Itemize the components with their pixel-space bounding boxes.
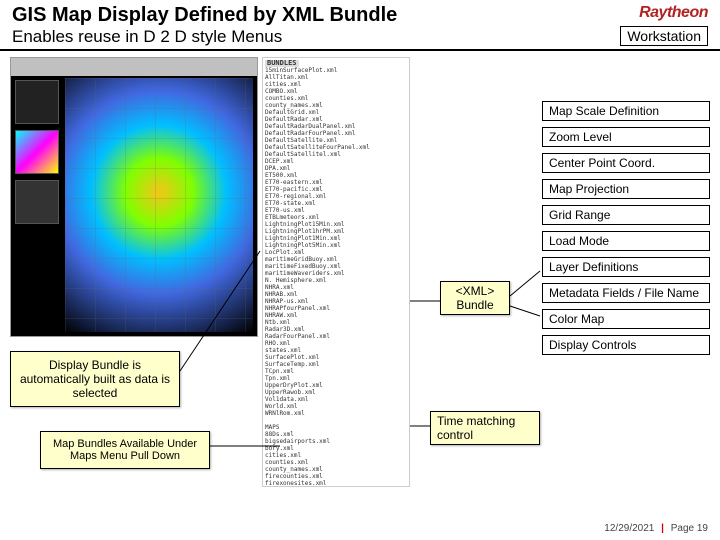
box-center-point: Center Point Coord. <box>542 153 710 173</box>
box-metadata-fields: Metadata Fields / File Name <box>542 283 710 303</box>
radar-map-display <box>65 78 253 332</box>
box-layer-definitions: Layer Definitions <box>542 257 710 277</box>
gis-map-screenshot <box>10 57 258 337</box>
xml-file-listing: BUNDLES 15minSurfacePlot.xml AllTitan.xm… <box>262 57 410 487</box>
display-bundle-callout: Display Bundle is automatically built as… <box>10 351 180 407</box>
box-load-mode: Load Mode <box>542 231 710 251</box>
xml-list-header: BUNDLES <box>265 60 299 67</box>
map-thumbnail-3 <box>15 180 59 224</box>
footer-page: Page 19 <box>671 523 708 534</box>
slide-subtitle: Enables reuse in D 2 D style Menus <box>12 27 708 47</box>
map-thumbnail-1 <box>15 80 59 124</box>
xml-bundle-callout: <XML> Bundle <box>440 281 510 315</box>
time-matching-line1: Time matching <box>437 414 533 428</box>
time-matching-callout: Time matching control <box>430 411 540 445</box>
slide-title: GIS Map Display Defined by XML Bundle <box>12 4 708 27</box>
box-zoom-level: Zoom Level <box>542 127 710 147</box>
box-map-projection: Map Projection <box>542 179 710 199</box>
box-grid-range: Grid Range <box>542 205 710 225</box>
map-toolbar <box>11 58 257 76</box>
xml-file-names: 15minSurfacePlot.xml AllTitan.xml cities… <box>265 67 370 487</box>
property-boxes-column: Map Scale Definition Zoom Level Center P… <box>542 101 710 355</box>
box-display-controls: Display Controls <box>542 335 710 355</box>
footer-date: 12/29/2021 <box>604 523 654 534</box>
map-grid-overlay <box>65 78 253 332</box>
footer-separator: | <box>661 523 664 534</box>
map-bundles-callout: Map Bundles Available Under Maps Menu Pu… <box>40 431 210 469</box>
xml-bundle-line2: Bundle <box>447 298 503 312</box>
xml-bundle-line1: <XML> <box>447 284 503 298</box>
company-logo: Raytheon <box>639 4 708 22</box>
time-matching-line2: control <box>437 428 533 442</box>
slide-content: BUNDLES 15minSurfacePlot.xml AllTitan.xm… <box>0 51 720 511</box>
slide-header: GIS Map Display Defined by XML Bundle En… <box>0 0 720 51</box>
slide-footer: 12/29/2021 | Page 19 <box>604 523 708 534</box>
box-map-scale: Map Scale Definition <box>542 101 710 121</box>
box-color-map: Color Map <box>542 309 710 329</box>
map-thumbnail-2 <box>15 130 59 174</box>
workstation-label: Workstation <box>620 26 708 46</box>
